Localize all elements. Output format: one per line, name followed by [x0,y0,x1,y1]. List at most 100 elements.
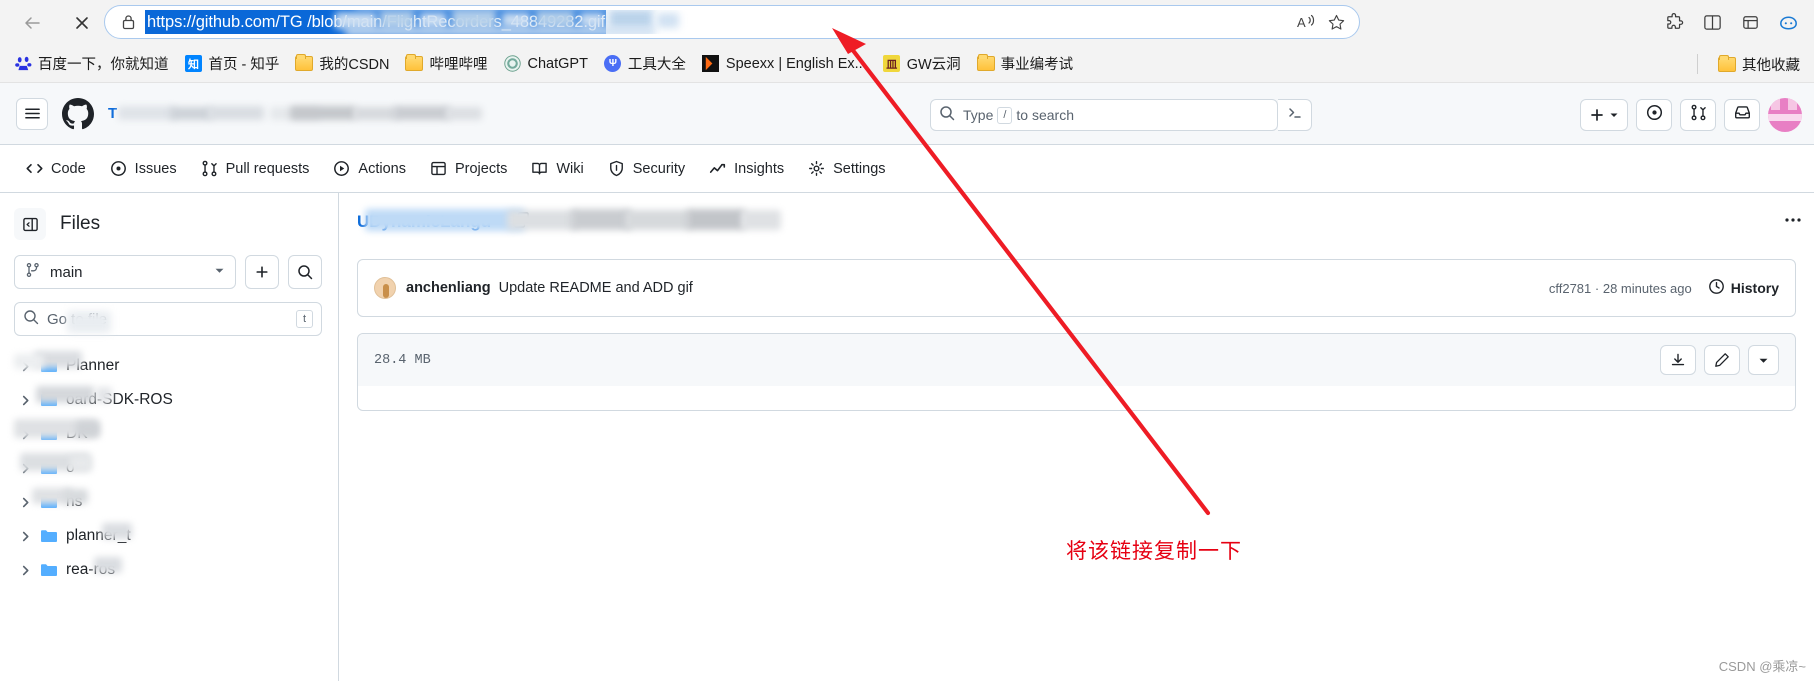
file-content-card: 28.4 MB [357,333,1796,411]
command-palette-button[interactable] [1278,99,1312,131]
tab-wiki[interactable]: Wiki [521,153,593,184]
latest-commit-card: anchenliang Update README and ADD gif cf… [357,259,1796,317]
page-title: Files [60,213,101,234]
collections-icon[interactable] [1732,5,1768,39]
folder-icon [976,54,995,73]
bookmarks-bar: 百度一下，你就知道 知 首页 - 知乎 我的CSDN 哔哩哔哩 ChatGPT … [0,45,1814,83]
avatar[interactable] [374,277,396,299]
url-text-wrapper[interactable]: https://github.com/TG /blob/main/FlightR… [145,10,1291,34]
branch-name: main [50,263,83,281]
address-bar[interactable]: https://github.com/TG /blob/main/FlightR… [104,5,1360,39]
screenshot-root: https://github.com/TG /blob/main/FlightR… [0,0,1814,681]
inbox-button[interactable] [1724,99,1760,131]
download-button[interactable] [1660,345,1696,375]
tree-item[interactable]: rea-ros [14,553,322,587]
tab-label: Code [51,160,86,177]
tab-projects[interactable]: Projects [420,153,517,184]
redacted-overlay [67,311,111,333]
bookmark-label: 哔哩哔哩 [429,57,488,73]
url-text[interactable]: https://github.com/TG /blob/main/FlightR… [145,10,606,34]
read-aloud-icon[interactable]: A [1291,8,1321,36]
slash-key-hint: / [997,106,1013,124]
bookmark-chatgpt[interactable]: ChatGPT [495,50,595,78]
files-header: Files [14,207,322,241]
tab-insights[interactable]: Insights [699,153,794,184]
browser-toolbar-actions [1656,4,1806,40]
hamburger-icon[interactable] [16,97,48,130]
avatar[interactable] [1768,98,1802,132]
issues-button[interactable] [1636,99,1672,131]
bookmark-label: 其他收藏 [1742,57,1800,74]
history-icon [1708,278,1725,298]
tools-icon: Ψ [604,55,622,73]
github-mark-icon[interactable] [62,97,94,130]
bookmark-baidu[interactable]: 百度一下，你就知道 [6,50,177,78]
file-tree: Planner oard-SDK-ROS planner_t rea-ros [14,349,322,587]
tree-item[interactable]: Planner [14,349,322,383]
tree-item[interactable]: ns [14,485,322,519]
chatgpt-icon [503,55,521,73]
chevron-down-icon [214,263,225,281]
pull-requests-button[interactable] [1680,99,1716,131]
bookmark-label: 首页 - 知乎 [208,57,280,73]
split-screen-icon[interactable] [1694,5,1730,39]
more-options-button[interactable] [1748,345,1779,375]
tree-item[interactable]: oard-SDK-ROS [14,383,322,417]
tab-security[interactable]: Security [598,153,695,184]
tree-item-label: Planner [14,351,119,375]
bookmark-speexx[interactable]: Speexx | English Ex... [694,50,875,78]
github-header: T Type / to search [0,83,1814,145]
tab-pull-requests[interactable]: Pull requests [191,153,320,184]
search-files-button[interactable] [288,255,322,289]
bookmark-zhihu[interactable]: 知 首页 - 知乎 [177,50,288,78]
commit-author[interactable]: anchenliang [406,280,491,296]
annotation-text: 将该链接复制一下 [1066,540,1242,563]
add-file-button[interactable] [245,255,279,289]
stop-loading-button[interactable] [64,5,100,41]
repository-breadcrumb[interactable]: T [108,103,482,125]
bookmark-my-csdn[interactable]: 我的CSDN [287,50,397,78]
search-input[interactable]: Type / to search [930,99,1278,131]
tree-item[interactable]: DK [14,417,322,451]
bookmark-bilibili[interactable]: 哔哩哔哩 [397,50,495,78]
file-card-header: 28.4 MB [358,334,1795,386]
bookmark-other-favorites[interactable]: 其他收藏 [1710,50,1808,78]
edit-button[interactable] [1704,345,1740,375]
chevron-down-icon [1610,113,1618,117]
back-button[interactable] [14,5,50,41]
lock-icon [117,11,139,33]
bookmark-shiye-exam[interactable]: 事业编考试 [969,50,1082,78]
folder-icon [405,54,424,73]
page-body: Files main Go t Planner oard-SDK-ROS pla… [0,193,1814,681]
star-icon[interactable] [1321,8,1351,36]
tab-label: Projects [454,160,508,177]
file-title[interactable]: UDynamicLangu [357,209,781,232]
tab-actions[interactable]: Actions [323,153,416,184]
chevron-right-icon [18,395,32,406]
go-to-file-input[interactable]: Go to file t [14,302,322,336]
tab-label: Pull requests [225,160,310,177]
bookmark-tools[interactable]: Ψ 工具大全 [596,50,694,78]
file-actions [1660,345,1779,375]
chevron-right-icon [18,531,32,542]
create-new-button[interactable] [1580,99,1628,131]
tree-item[interactable]: planner_t [14,519,322,553]
branch-selector[interactable]: main [14,255,236,289]
tab-settings[interactable]: Settings [798,153,895,184]
extensions-icon[interactable] [1656,5,1692,39]
bookmark-gw-yundong[interactable]: 皿 GW云洞 [875,50,969,78]
sidebar-collapse-icon[interactable] [14,208,46,240]
copilot-icon[interactable] [1770,5,1806,39]
commit-message[interactable]: Update README and ADD gif [499,280,693,296]
tab-code[interactable]: Code [16,153,96,184]
baidu-icon [14,55,32,73]
kebab-horizontal-icon[interactable] [1776,205,1810,235]
tree-item[interactable]: o [14,451,322,485]
tab-issues[interactable]: Issues [100,153,187,184]
separator: · [1594,280,1600,296]
history-link[interactable]: History [1708,278,1779,298]
tab-label: Security [632,160,686,177]
divider [1697,54,1698,74]
commit-sha-and-time[interactable]: cff2781 · 28 minutes ago [1549,281,1692,296]
bookmarks-bar-right: 其他收藏 [1691,50,1808,78]
